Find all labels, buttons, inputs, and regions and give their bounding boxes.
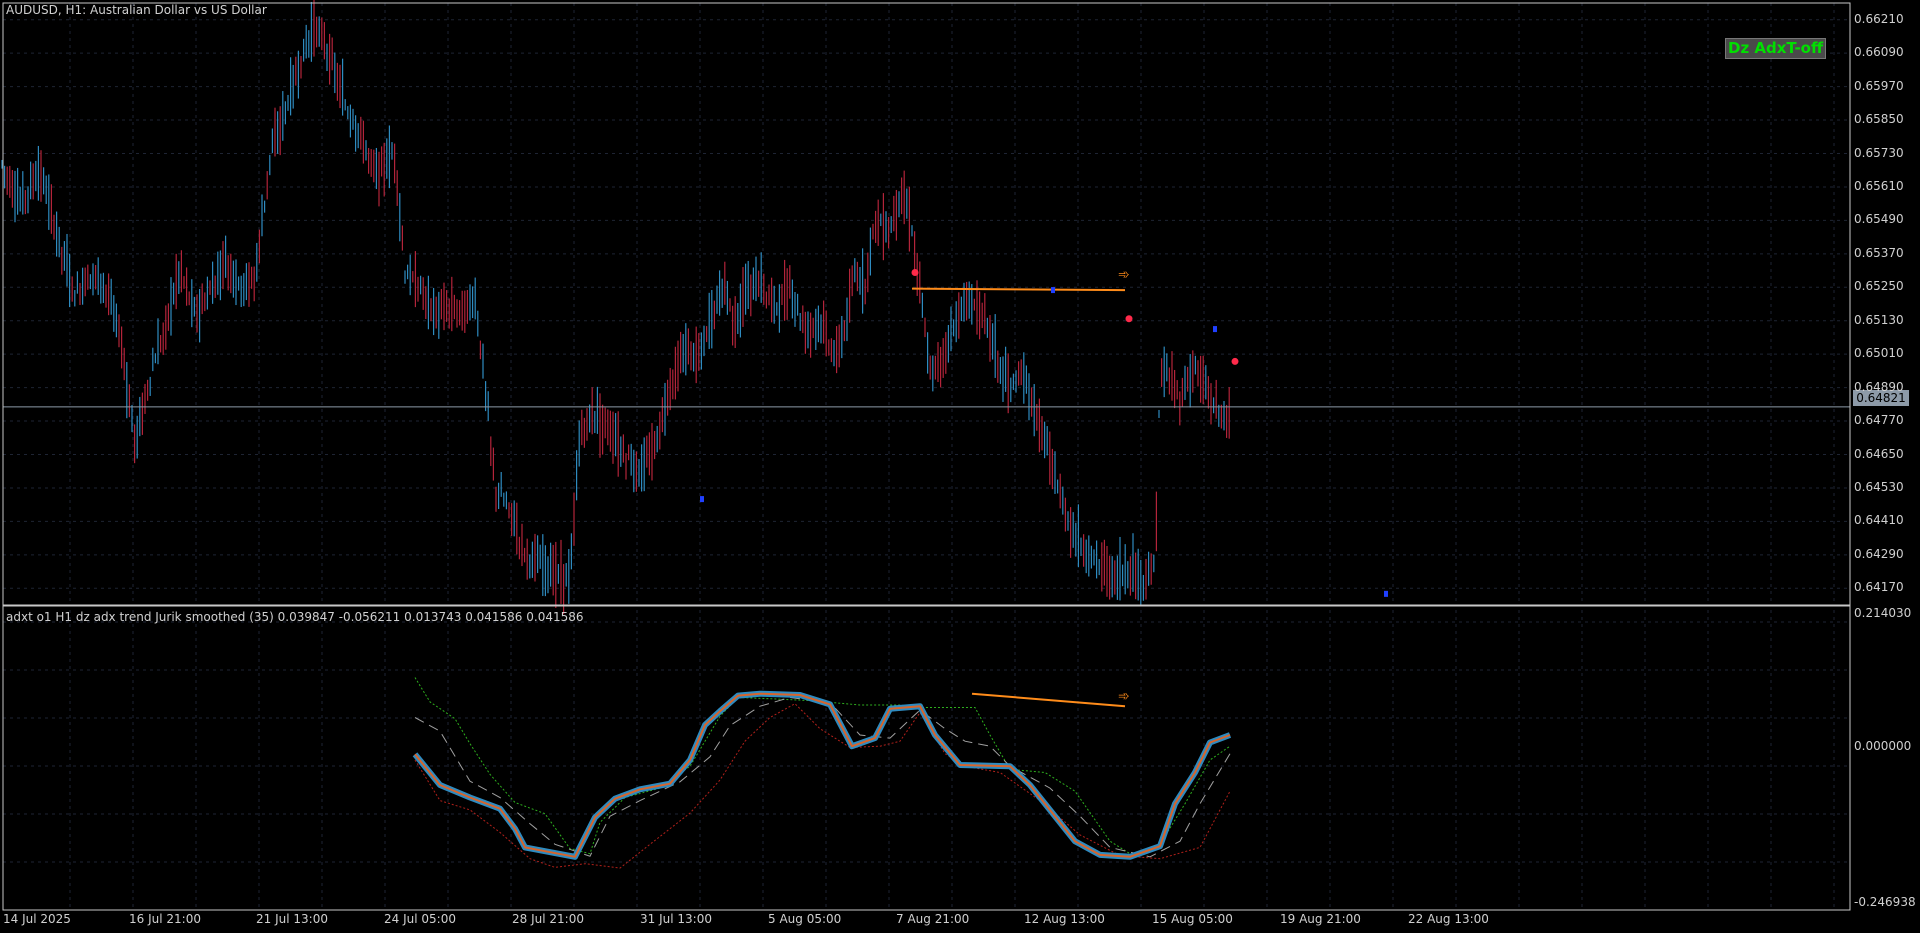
indicator-signal-arrow: ➾ [1118,689,1130,705]
time-tick-label: 12 Aug 13:00 [1024,912,1105,926]
price-tick-label: 0.64770 [1854,413,1904,428]
time-tick-label: 14 Jul 2025 [3,912,71,926]
indicator-lines: ➾ [412,677,1232,869]
price-tick-label: 0.65250 [1854,279,1904,294]
time-tick-label: 5 Aug 05:00 [768,912,842,926]
price-tick-label: 0.65850 [1854,112,1904,127]
mid-dashed-line [414,696,1231,858]
indicator-trend-line [971,692,1126,708]
time-tick-label: 19 Aug 21:00 [1280,912,1361,926]
indicator-tick-label: -0.246938 [1854,895,1916,909]
price-tick-label: 0.64650 [1854,446,1904,461]
price-tick-label: 0.66090 [1854,45,1904,60]
price-tick-label: 0.65010 [1854,346,1904,361]
buy-signal-marker [1384,590,1388,597]
lower-band-line [414,703,1231,869]
time-tick-label: 7 Aug 21:00 [896,912,970,926]
time-tick-label: 31 Jul 13:00 [640,912,712,926]
time-tick-label: 16 Jul 21:00 [129,912,201,926]
price-panel-border [2,2,1851,606]
sell-signal-dot [911,269,919,277]
indicator-tick-label: 0.214030 [1854,606,1912,620]
price-tick-label: 0.64890 [1854,379,1904,394]
price-tick-label: 0.65130 [1854,312,1904,327]
price-tick-label: 0.64410 [1854,513,1904,528]
indicator-tick-label: 0.000000 [1854,739,1912,753]
price-tick-label: 0.64290 [1854,546,1904,561]
time-tick-label: 22 Aug 13:00 [1408,912,1489,926]
price-tick-label: 0.64530 [1854,479,1904,494]
price-tick-label: 0.65370 [1854,245,1904,260]
main-chart-header: AUDUSD, H1: Australian Dollar vs US Doll… [6,3,267,17]
buy-signal-marker [1213,326,1217,333]
sell-signal-dot [1125,315,1133,323]
price-tick-label: 0.65730 [1854,145,1904,160]
price-tick-label: 0.64170 [1854,580,1904,595]
price-tick-label: 0.65610 [1854,178,1904,193]
price-candles: ➾ [1,0,1850,615]
time-tick-label: 24 Jul 05:00 [384,912,456,926]
indicator-header: adxt o1 H1 dz adx trend Jurik smoothed (… [6,610,584,624]
trend-line [911,287,1126,292]
adxt-toggle-button[interactable]: Dz AdxT-off [1725,38,1827,59]
chart-canvas[interactable]: ➾ ➾ [0,0,1920,933]
signal-arrow: ➾ [1118,267,1130,283]
time-tick-label: 21 Jul 13:00 [256,912,328,926]
time-tick-label: 28 Jul 21:00 [512,912,584,926]
price-tick-label: 0.65970 [1854,78,1904,93]
price-tick-label: 0.66210 [1854,11,1904,26]
buy-signal-marker [700,496,704,503]
buy-signal-marker [1051,287,1055,294]
indicator-panel-border [2,605,1851,911]
price-tick-label: 0.65490 [1854,212,1904,227]
time-tick-label: 15 Aug 05:00 [1152,912,1233,926]
sell-signal-dot [1231,357,1239,365]
